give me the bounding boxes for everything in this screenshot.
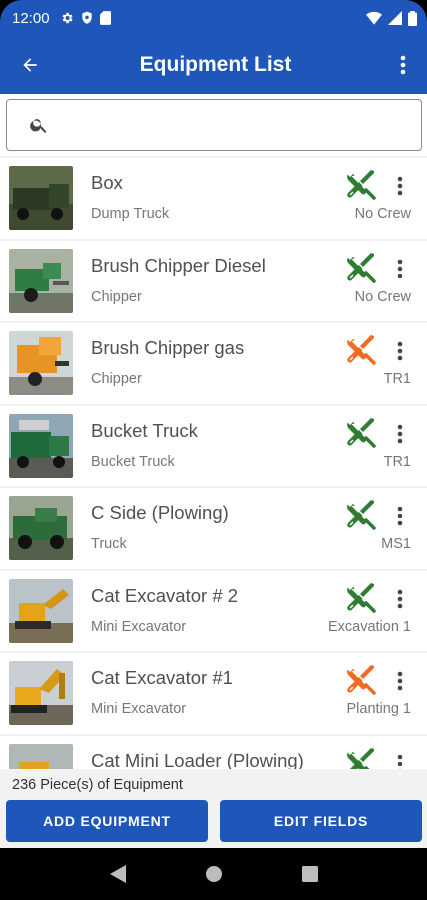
equipment-thumbnail: [9, 578, 73, 643]
maintenance-status-button[interactable]: [344, 746, 378, 770]
wrench-screwdriver-icon: [347, 252, 376, 283]
status-bar: 12:00: [0, 0, 427, 36]
back-button[interactable]: [0, 36, 60, 94]
maintenance-status-button[interactable]: [344, 168, 378, 202]
equipment-name: C Side (Plowing): [91, 502, 229, 523]
equipment-name: Cat Excavator #1: [91, 667, 233, 688]
more-vert-icon: [397, 176, 403, 196]
more-vert-icon: [397, 424, 403, 443]
more-vert-icon: [397, 589, 403, 608]
maintenance-status-button[interactable]: [344, 581, 378, 615]
equipment-count: 236 Piece(s) of Equipment: [12, 777, 183, 793]
equipment-thumbnail: [9, 661, 73, 725]
wrench-screwdriver-icon: [347, 747, 374, 770]
sim-card-icon: [99, 11, 111, 25]
wrench-screwdriver-icon: [347, 665, 376, 695]
settings-icon: [62, 12, 73, 24]
wrench-screwdriver-icon: [347, 582, 376, 613]
equipment-list-item[interactable]: Brush Chipper Diesel Chipper No Crew: [0, 240, 427, 321]
edit-fields-button[interactable]: EDIT FIELDS: [220, 800, 422, 842]
arrow-back-icon: [23, 58, 37, 72]
equipment-thumbnail: [9, 413, 73, 478]
item-menu-button[interactable]: [388, 502, 412, 530]
equipment-list-item[interactable]: Box Dump Truck No Crew: [0, 158, 427, 239]
equipment-crew: TR1: [383, 453, 411, 470]
more-vert-icon: [397, 341, 403, 361]
more-vert-icon: [397, 506, 403, 526]
equipment-list: Box Dump Truck No Crew Brush Chipper Diesel…: [0, 158, 427, 770]
page-title: Equipment List: [139, 53, 292, 76]
equipment-name: Box: [91, 172, 123, 193]
equipment-type: Chipper: [91, 288, 142, 305]
equipment-list-item[interactable]: Cat Mini Loader (Plowing): [0, 735, 427, 771]
equipment-type: Mini Excavator: [91, 618, 187, 635]
wrench-screwdriver-icon: [347, 500, 376, 530]
more-vert-icon: [397, 754, 403, 770]
item-menu-button[interactable]: [388, 172, 412, 200]
equipment-list-item[interactable]: Brush Chipper gas Chipper TR1: [0, 323, 427, 404]
equipment-thumbnail: [9, 496, 73, 560]
equipment-type: Truck: [91, 536, 127, 552]
app-bar: Equipment List: [0, 36, 427, 94]
equipment-crew: No Crew: [354, 288, 411, 305]
equipment-thumbnail: [9, 248, 73, 313]
wifi-icon: [366, 11, 382, 25]
status-time: 12:00: [12, 9, 50, 27]
wrench-screwdriver-icon: [347, 335, 376, 365]
battery-icon: [408, 10, 417, 26]
maintenance-status-button[interactable]: [344, 663, 378, 697]
maintenance-status-button[interactable]: [344, 416, 378, 450]
equipment-name: Bucket Truck: [91, 419, 198, 441]
item-menu-button[interactable]: [388, 255, 412, 283]
maintenance-status-button[interactable]: [344, 498, 378, 532]
system-nav-bar: [0, 848, 427, 900]
equipment-crew: MS1: [381, 536, 411, 552]
nav-back-icon[interactable]: [109, 865, 126, 883]
item-menu-button[interactable]: [388, 420, 412, 448]
equipment-crew: TR1: [383, 371, 411, 387]
overflow-menu-button[interactable]: [379, 36, 427, 94]
maintenance-status-button[interactable]: [344, 333, 378, 367]
equipment-thumbnail: [9, 331, 73, 395]
more-vert-icon: [397, 671, 403, 691]
equipment-name: Cat Excavator # 2: [91, 584, 239, 606]
signal-icon: [388, 11, 402, 25]
item-menu-button[interactable]: [388, 585, 412, 613]
equipment-type: Dump Truck: [91, 206, 170, 222]
search-box[interactable]: [6, 99, 422, 151]
equipment-thumbnail: [9, 743, 73, 770]
equipment-list-item[interactable]: Cat Excavator # 2 Mini Excavator Excavatio…: [0, 570, 427, 651]
nav-recents-icon[interactable]: [301, 866, 318, 882]
add-equipment-button[interactable]: ADD EQUIPMENT: [6, 800, 208, 842]
shield-icon: [81, 11, 92, 24]
item-menu-button[interactable]: [388, 750, 412, 770]
equipment-list-item[interactable]: C Side (Plowing) Truck MS1: [0, 488, 427, 569]
equipment-type: Mini Excavator: [91, 701, 187, 717]
wrench-screwdriver-icon: [347, 170, 376, 200]
nav-home-icon[interactable]: [205, 865, 223, 883]
footer-area: 236 Piece(s) of Equipment ADD EQUIPMENT …: [0, 769, 427, 848]
item-menu-button[interactable]: [388, 337, 412, 365]
equipment-name: Cat Mini Loader (Plowing): [91, 749, 304, 771]
search-input[interactable]: [59, 116, 421, 134]
equipment-crew: Planting 1: [346, 701, 412, 717]
search-bar: [0, 94, 427, 156]
search-icon: [30, 119, 47, 133]
equipment-list-item[interactable]: Bucket Truck Bucket Truck TR1: [0, 405, 427, 486]
maintenance-status-button[interactable]: [344, 251, 378, 285]
equipment-name: Brush Chipper Diesel: [91, 254, 266, 276]
content-area: Box Dump Truck No Crew Brush Chipper Diesel…: [0, 94, 427, 770]
more-vert-icon: [400, 55, 406, 75]
more-vert-icon: [397, 259, 403, 278]
equipment-type: Chipper: [91, 371, 142, 387]
wrench-screwdriver-icon: [347, 417, 376, 448]
equipment-thumbnail: [9, 166, 73, 230]
equipment-crew: Excavation 1: [327, 618, 411, 635]
item-menu-button[interactable]: [388, 667, 412, 695]
equipment-crew: No Crew: [354, 206, 411, 222]
equipment-type: Bucket Truck: [91, 453, 175, 470]
equipment-list-item[interactable]: Cat Excavator #1 Mini Excavator Planting 1: [0, 653, 427, 734]
equipment-name: Brush Chipper gas: [91, 337, 245, 358]
